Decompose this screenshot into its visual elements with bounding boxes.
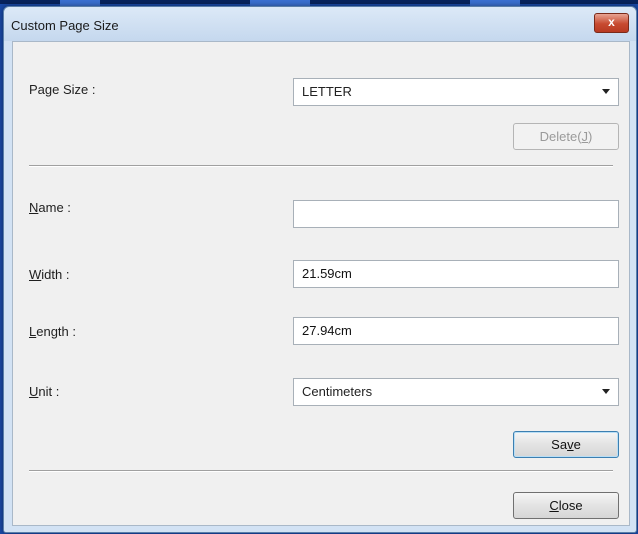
length-label: Length : [29, 324, 76, 339]
name-mnemonic: N [29, 200, 39, 215]
custom-page-size-dialog: Custom Page Size x Page Size : LETTER De… [3, 6, 637, 533]
close-button[interactable]: Close [513, 492, 619, 519]
save-button[interactable]: Save [513, 431, 619, 458]
chevron-down-icon [602, 389, 610, 394]
close-label: lose [558, 498, 583, 513]
length-input[interactable]: 27.94cm [293, 317, 619, 345]
unit-mnemonic: U [29, 384, 39, 399]
unit-label-text: nit : [38, 384, 60, 399]
close-icon[interactable]: x [594, 13, 629, 33]
unit-label: Unit : [29, 384, 59, 399]
name-input[interactable] [293, 200, 619, 228]
close-mnemonic: C [549, 498, 559, 513]
save-label-end: e [573, 437, 581, 452]
width-mnemonic: W [29, 267, 42, 282]
name-label-text: ame : [38, 200, 71, 215]
title-bar[interactable]: Custom Page Size x [4, 7, 636, 41]
dialog-title: Custom Page Size [11, 18, 119, 33]
separator [29, 470, 613, 472]
width-input[interactable]: 21.59cm [293, 260, 619, 288]
page-size-dropdown[interactable]: LETTER [293, 78, 619, 106]
delete-button[interactable]: Delete(J) [513, 123, 619, 150]
page-size-value: LETTER [302, 84, 352, 99]
separator [29, 165, 613, 167]
chevron-down-icon [602, 89, 610, 94]
width-label-text: idth : [41, 267, 70, 282]
delete-label-end: ) [588, 129, 593, 144]
dialog-client-area: Page Size : LETTER Delete(J) Name : Widt… [12, 41, 630, 526]
length-label-text: ength : [36, 324, 76, 339]
name-label: Name : [29, 200, 71, 215]
unit-dropdown[interactable]: Centimeters [293, 378, 619, 406]
width-label: Width : [29, 267, 69, 282]
delete-label: Delete( [539, 129, 582, 144]
save-label: Sa [551, 437, 568, 452]
page-size-label: Page Size : [29, 82, 96, 97]
unit-value: Centimeters [302, 384, 373, 399]
